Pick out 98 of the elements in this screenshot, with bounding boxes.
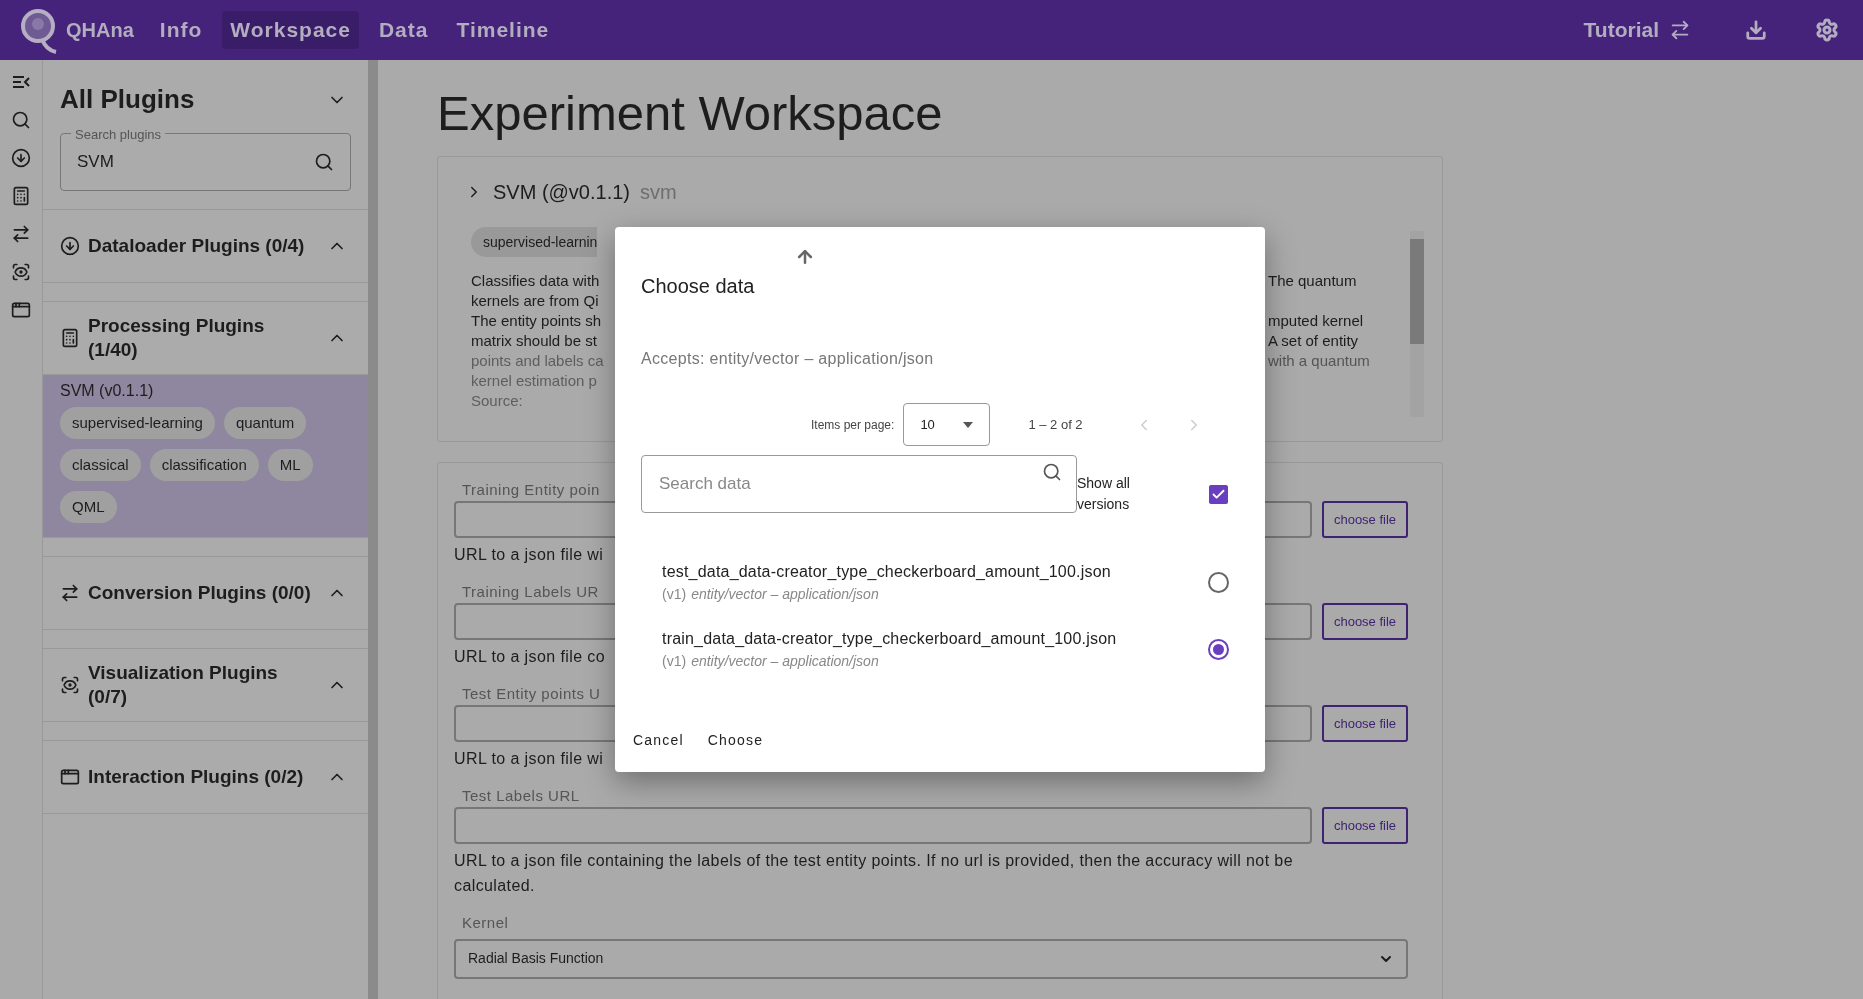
dialog-title: Choose data: [641, 274, 756, 299]
plugin-group-header[interactable]: Conversion Plugins (0/0): [43, 557, 368, 629]
field-label: Test Labels URL: [462, 786, 580, 805]
plugin-group-header[interactable]: Interaction Plugins (0/2): [43, 741, 368, 813]
search-value: SVM: [77, 151, 114, 174]
field-label: Training Entity poin: [462, 480, 600, 499]
description-text: Classifies data with: [471, 271, 600, 289]
items-per-page-label: Items per page:: [811, 416, 895, 434]
download-circle-icon: [60, 236, 80, 256]
window-icon: [60, 767, 80, 787]
description-text: points and labels ca: [471, 351, 604, 369]
group-title: Dataloader Plugins (0/4): [88, 234, 306, 258]
choose-file-button[interactable]: choose file: [1322, 603, 1408, 640]
data-name: test_data_data-creator_type_checkerboard_amount_100.json: [662, 562, 1111, 582]
sidebar-title: All Plugins: [60, 83, 195, 116]
data-version: (v1): [662, 585, 687, 604]
dialog-action-button[interactable]: Cancel: [625, 722, 692, 758]
choose-file-button[interactable]: choose file: [1322, 705, 1408, 742]
tag-chip: ML: [267, 449, 313, 481]
field-label: Test Entity points U: [462, 684, 601, 703]
description-text: The quantum: [1268, 270, 1357, 291]
description-text: with a quantum: [1268, 350, 1370, 371]
tag-chip: quantum: [223, 407, 307, 439]
description-text: kernel estimation p: [471, 371, 597, 389]
group-title: Visualization Plugins (0/7): [88, 661, 279, 709]
eye-icon: [60, 675, 80, 695]
tag-chip: supervised-learnin: [471, 227, 598, 257]
url-input[interactable]: [454, 807, 1312, 844]
settings-icon[interactable]: [1815, 18, 1839, 42]
kernel-select[interactable]: Radial Basis Function: [454, 938, 1408, 979]
search-field[interactable]: Search data: [641, 455, 1077, 513]
swap-icon[interactable]: [11, 224, 31, 244]
nav-tab[interactable]: Info: [151, 11, 211, 49]
logo-icon: [20, 6, 58, 54]
plugin-entry[interactable]: SVM (v0.1.1) supervised-learning quantum classical classification ML QML: [43, 374, 368, 537]
field-label: Kernel: [462, 913, 510, 933]
field-label: Training Labels UR: [462, 582, 599, 601]
description-text: A set of entity: [1268, 330, 1359, 351]
nav-tab[interactable]: Timeline: [448, 11, 558, 49]
check-icon: [1211, 487, 1226, 502]
group-title: Conversion Plugins (0/0): [88, 581, 312, 605]
tag-chip: classical: [60, 449, 141, 481]
eye-icon[interactable]: [11, 262, 31, 282]
plugin-group-header[interactable]: Visualization Plugins (0/7): [43, 649, 368, 721]
plugin-id: svm: [640, 180, 677, 205]
tag-chip: classification: [149, 449, 259, 481]
radio-button[interactable]: [1208, 572, 1229, 593]
calculator-icon[interactable]: [11, 186, 31, 206]
plugin-title: SVM (@v0.1.1): [493, 180, 630, 205]
tag-chip: QML: [60, 491, 117, 523]
data-list-item[interactable]: test_data_data-creator_type_checkerboard_amount_100.json (v1) entity/vector – application/json: [615, 560, 1265, 605]
data-type: entity/vector – application/json: [691, 652, 879, 671]
accepts-text: Accepts: entity/vector – application/json: [641, 349, 935, 369]
search-icon[interactable]: [314, 152, 334, 172]
plugin-name: SVM (v0.1.1): [60, 381, 155, 401]
choose-file-button[interactable]: choose file: [1322, 807, 1408, 844]
select-value: Radial Basis Function: [468, 949, 604, 968]
nav-tab[interactable]: Workspace: [222, 11, 359, 49]
download-circle-icon[interactable]: [11, 148, 31, 168]
helper-text: URL to a json file containing the labels of the test entity points. If no url is provided, then the accuracy will not be calculated.: [454, 851, 1294, 896]
download-icon[interactable]: [1745, 19, 1767, 41]
checkbox-label: Show all versions: [1077, 474, 1131, 514]
choose-file-button[interactable]: choose file: [1322, 501, 1408, 538]
search-icon[interactable]: [11, 110, 31, 130]
data-name: train_data_data-creator_type_checkerboard_amount_100.json: [662, 629, 1117, 649]
description-text: The entity points sh: [471, 311, 602, 329]
description-text: matrix should be st: [471, 331, 597, 349]
radio-button[interactable]: [1208, 639, 1229, 660]
page-range: 1 – 2 of 2: [1028, 415, 1083, 434]
swap-icon: [1669, 19, 1691, 41]
description-text: Source:: [471, 391, 523, 409]
plugin-group-header[interactable]: Processing Plugins (1/40): [43, 302, 368, 374]
select-value: 10: [920, 415, 935, 434]
group-title: Interaction Plugins (0/2): [88, 765, 305, 789]
show-all-checkbox[interactable]: [1209, 485, 1228, 504]
swap-icon: [60, 583, 80, 603]
nav-tab[interactable]: Data: [370, 11, 437, 49]
brand-name[interactable]: QHAna: [66, 15, 134, 45]
plugin-group-header[interactable]: Dataloader Plugins (0/4): [43, 210, 368, 282]
data-type: entity/vector – application/json: [691, 585, 879, 604]
description-text: mputed kernel: [1268, 310, 1364, 331]
helper-text: URL to a json file co: [454, 647, 605, 667]
helper-text: URL to a json file wi: [454, 545, 604, 565]
search-icon: [1042, 462, 1062, 482]
per-page-select[interactable]: 10: [903, 403, 991, 446]
description-text: kernels are from Qi: [471, 291, 599, 309]
calculator-icon: [60, 328, 80, 348]
page-title: Experiment Workspace: [437, 85, 944, 142]
window-icon[interactable]: [11, 300, 31, 320]
tutorial-button[interactable]: Tutorial: [1583, 14, 1691, 46]
search-placeholder: Search data: [659, 473, 751, 496]
dropdown-caret-icon: [963, 421, 974, 428]
group-title: Processing Plugins (1/40): [88, 314, 266, 362]
helper-text: URL to a json file wi: [454, 749, 604, 769]
data-version: (v1): [662, 652, 687, 671]
data-list-item[interactable]: train_data_data-creator_type_checkerboard_amount_100.json (v1) entity/vector – application/json: [615, 627, 1265, 672]
dialog-action-button[interactable]: Choose: [699, 722, 772, 758]
tag-chip: supervised-learning: [60, 407, 215, 439]
